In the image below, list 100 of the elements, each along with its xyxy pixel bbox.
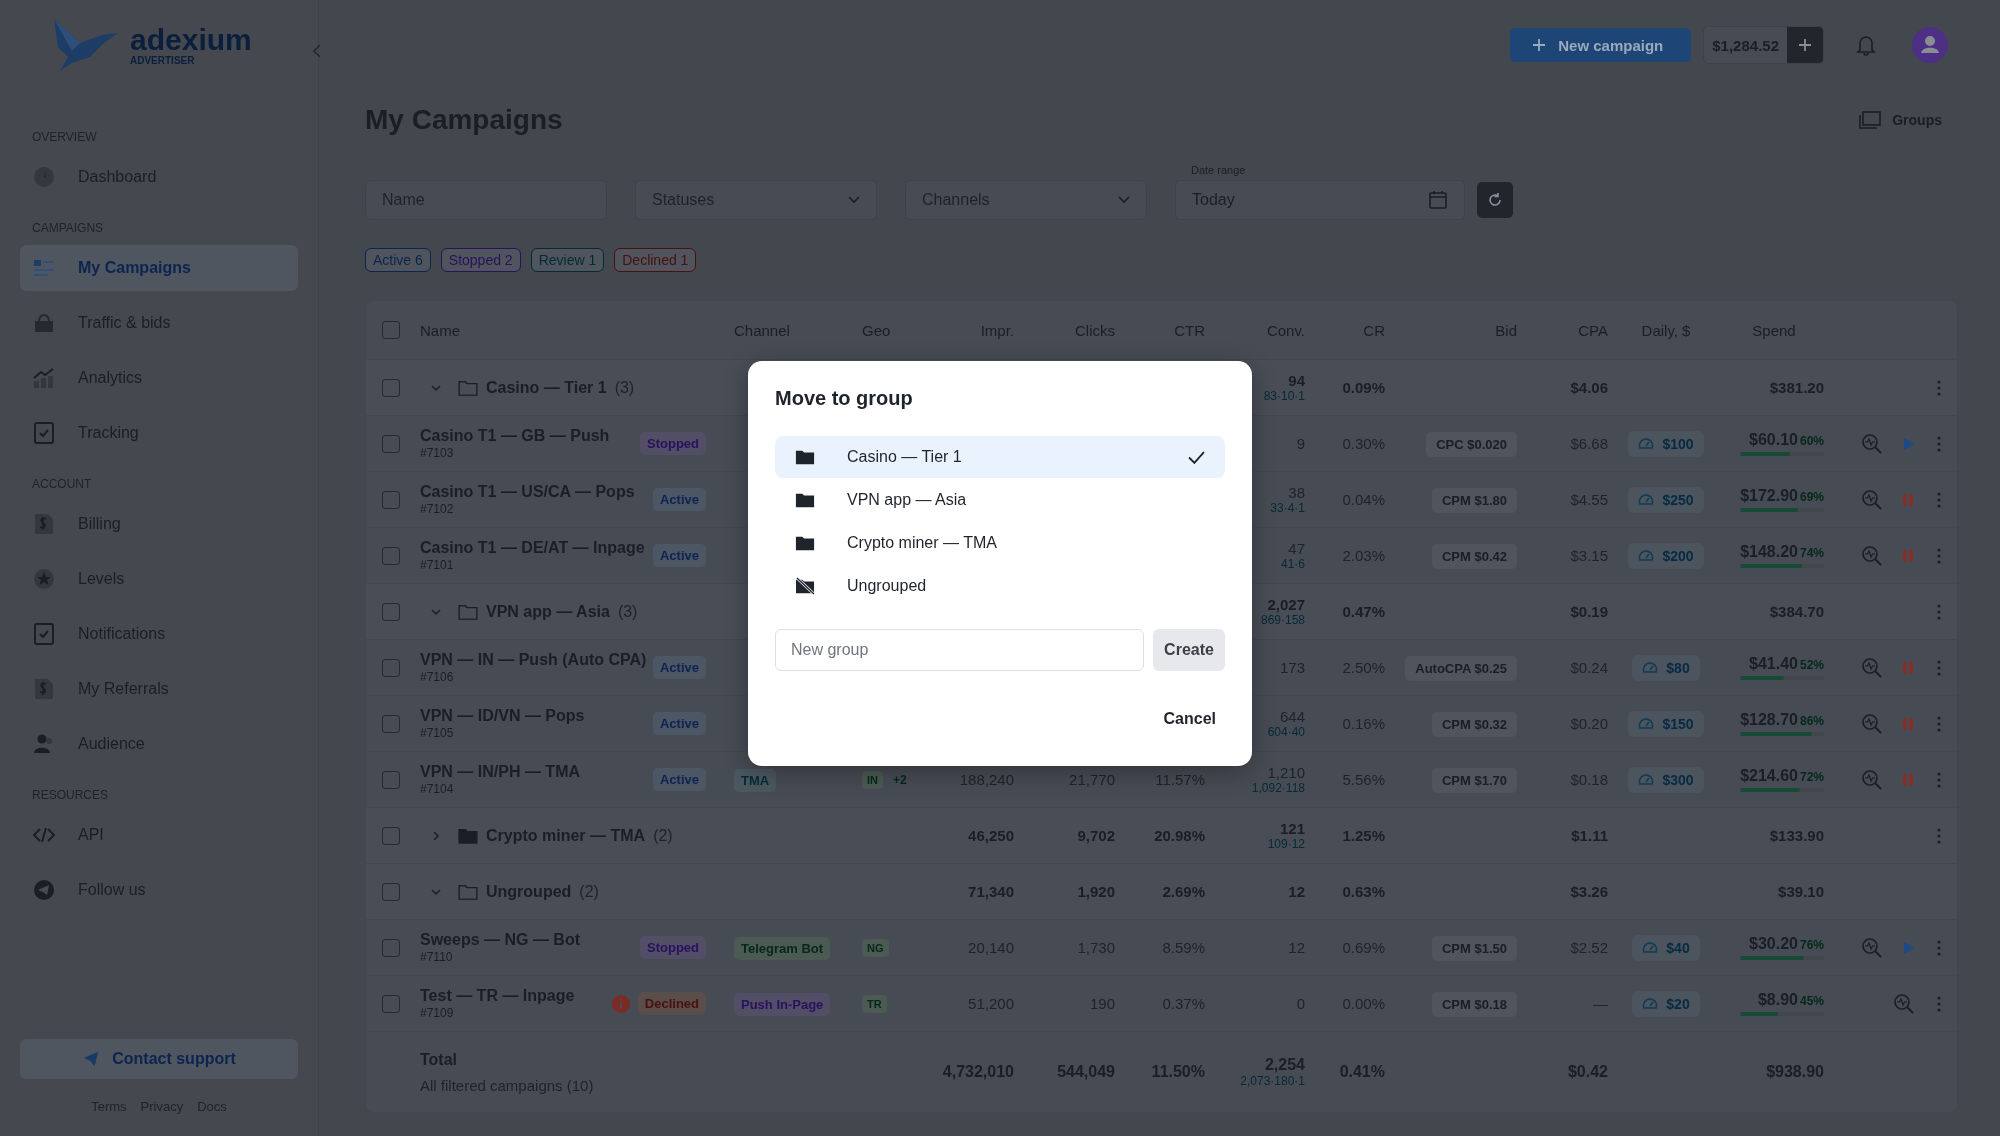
logo-tagline: ADVERTISER: [130, 54, 196, 66]
stats-search-icon[interactable]: [1861, 712, 1883, 735]
gauge-icon: [1642, 939, 1659, 956]
folders-icon: [1858, 110, 1883, 130]
stats-search-icon[interactable]: [1861, 656, 1883, 679]
gauge-icon: [1638, 435, 1655, 452]
spend-percent: 76%: [1799, 938, 1824, 952]
daily-budget-badge[interactable]: $250: [1628, 486, 1704, 513]
stats-search-icon[interactable]: [1861, 936, 1883, 959]
bid-badge: CPC $0.020: [1426, 432, 1517, 457]
status-badge: Active: [652, 488, 706, 511]
status-filter-chip[interactable]: Stopped 2: [440, 248, 521, 272]
new-campaign-button[interactable]: New campaign: [1510, 28, 1692, 62]
status-filter-chip[interactable]: Review 1: [530, 248, 605, 272]
pause-icon[interactable]: [1901, 772, 1915, 787]
conversions-breakdown: 2,073·180·1: [1240, 1074, 1305, 1088]
status-filter-chip[interactable]: Active 6: [365, 248, 431, 272]
row-checkbox[interactable]: [382, 882, 400, 901]
spend-percent: 86%: [1799, 714, 1824, 728]
stats-search-icon[interactable]: [1861, 488, 1883, 511]
pause-icon[interactable]: [1901, 548, 1915, 563]
folder-icon: [458, 379, 478, 396]
status-badge: Stopped: [640, 432, 706, 455]
refresh-button[interactable]: [1477, 182, 1513, 218]
status-filter-chip[interactable]: Declined 1: [614, 248, 697, 272]
pause-icon[interactable]: [1901, 660, 1915, 675]
row-checkbox[interactable]: [382, 490, 400, 509]
more-menu-icon[interactable]: [1937, 939, 1941, 956]
new-group-field[interactable]: New group: [775, 629, 1144, 671]
add-funds-button[interactable]: [1787, 27, 1823, 63]
row-checkbox[interactable]: [382, 658, 400, 677]
conversions-breakdown: 109·12: [1267, 837, 1305, 851]
group-option[interactable]: Ungrouped: [775, 565, 1225, 607]
group-option[interactable]: VPN app — Asia: [775, 479, 1225, 521]
stats-search-icon[interactable]: [1861, 768, 1883, 791]
create-button[interactable]: Create: [1153, 629, 1225, 671]
daily-budget-badge[interactable]: $100: [1628, 430, 1704, 457]
stats-search-icon[interactable]: [1861, 432, 1883, 455]
checkmark-icon: [1188, 450, 1205, 464]
folder-icon: [458, 883, 478, 900]
bid-badge: CPM $0.32: [1431, 712, 1517, 737]
daily-budget-badge[interactable]: $150: [1628, 710, 1704, 737]
row-checkbox[interactable]: [382, 546, 400, 565]
info-icon[interactable]: [611, 994, 630, 1013]
daily-budget-badge[interactable]: $300: [1628, 766, 1704, 793]
select-all-checkbox[interactable]: [382, 321, 400, 339]
daily-budget-badge[interactable]: $200: [1628, 542, 1704, 569]
row-checkbox[interactable]: [382, 770, 400, 789]
avatar-icon[interactable]: [1912, 27, 1948, 63]
more-menu-icon[interactable]: [1937, 827, 1941, 844]
bid-badge: CPM $1.80: [1431, 488, 1517, 513]
more-menu-icon[interactable]: [1937, 435, 1941, 452]
row-checkbox[interactable]: [382, 434, 400, 453]
group-option[interactable]: Crypto miner — TMA: [775, 522, 1225, 564]
more-menu-icon[interactable]: [1937, 379, 1941, 396]
sidebar-item[interactable]: My Campaigns: [20, 245, 298, 291]
more-menu-icon[interactable]: [1937, 715, 1941, 732]
row-checkbox[interactable]: [382, 938, 400, 957]
contact-support-button[interactable]: Contact support: [20, 1039, 298, 1079]
more-menu-icon[interactable]: [1937, 995, 1941, 1012]
chevron-left-icon[interactable]: [312, 44, 322, 58]
bid-badge: CPM $0.18: [1431, 992, 1517, 1017]
daily-budget-badge[interactable]: $40: [1632, 934, 1700, 961]
more-menu-icon[interactable]: [1937, 771, 1941, 788]
cpa-cell: —: [1593, 995, 1608, 1012]
row-checkbox[interactable]: [382, 826, 400, 845]
group-option[interactable]: Casino — Tier 1: [775, 436, 1225, 478]
row-checkbox[interactable]: [382, 602, 400, 621]
plus-icon: [1532, 38, 1547, 52]
bid-badge: CPM $1.50: [1431, 936, 1517, 961]
folder-icon: [458, 603, 478, 620]
pause-icon[interactable]: [1901, 492, 1915, 507]
notifications-icon[interactable]: [1856, 34, 1876, 56]
daily-budget-badge[interactable]: $20: [1632, 990, 1700, 1017]
row-checkbox[interactable]: [382, 378, 400, 397]
cancel-button[interactable]: Cancel: [1154, 704, 1225, 734]
row-checkbox[interactable]: [382, 714, 400, 733]
stats-search-icon[interactable]: [1893, 992, 1915, 1015]
more-menu-icon[interactable]: [1937, 491, 1941, 508]
folder-icon: [795, 491, 815, 509]
status-badge: Active: [652, 712, 706, 735]
more-menu-icon[interactable]: [1937, 603, 1941, 620]
more-menu-icon[interactable]: [1937, 659, 1941, 676]
chevron-right-icon[interactable]: [430, 829, 442, 842]
stats-search-icon[interactable]: [1861, 544, 1883, 567]
dollar-icon: [32, 512, 56, 536]
conversions-breakdown: 33·4·1: [1270, 501, 1305, 515]
conversions-breakdown: 604·40: [1267, 725, 1305, 739]
gauge-icon: [1638, 547, 1655, 564]
daily-budget-badge[interactable]: $80: [1632, 654, 1700, 681]
conversions-breakdown: 83·10·1: [1263, 389, 1305, 403]
play-icon[interactable]: [1901, 940, 1915, 955]
pause-icon[interactable]: [1901, 716, 1915, 731]
status-badge: Stopped: [640, 936, 706, 959]
row-checkbox[interactable]: [382, 994, 400, 1013]
play-icon[interactable]: [1901, 436, 1915, 451]
more-menu-icon[interactable]: [1937, 547, 1941, 564]
gauge-icon: [1638, 491, 1655, 508]
gauge-icon: [1638, 771, 1655, 788]
calendar-icon[interactable]: [1428, 190, 1448, 210]
